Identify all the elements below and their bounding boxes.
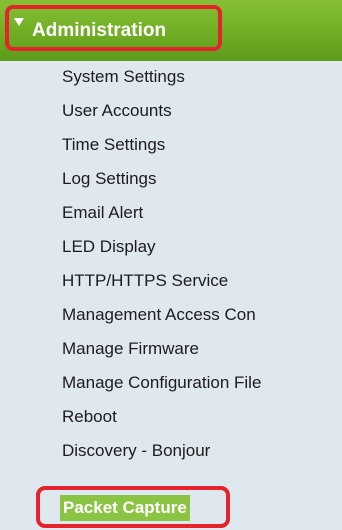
menu-item-manage-configuration-file[interactable]: Manage Configuration File <box>62 370 261 396</box>
menu-item-system-settings[interactable]: System Settings <box>62 64 185 90</box>
menu-item-management-access-control[interactable]: Management Access Con <box>62 302 256 328</box>
menu-item-led-display[interactable]: LED Display <box>62 234 156 260</box>
administration-section-header[interactable]: Administration <box>0 0 342 61</box>
menu-item-user-accounts[interactable]: User Accounts <box>62 98 172 124</box>
menu-item-http-https-service[interactable]: HTTP/HTTPS Service <box>62 268 228 294</box>
menu-item-email-alert[interactable]: Email Alert <box>62 200 143 226</box>
menu-item-discovery-bonjour[interactable]: Discovery - Bonjour <box>62 438 210 464</box>
administration-menu: System Settings User Accounts Time Setti… <box>0 61 342 530</box>
admin-nav-panel: Administration System Settings User Acco… <box>0 0 342 530</box>
selected-item-highlight-box <box>36 486 230 528</box>
header-highlight-box <box>5 5 222 51</box>
menu-item-time-settings[interactable]: Time Settings <box>62 132 165 158</box>
menu-item-log-settings[interactable]: Log Settings <box>62 166 157 192</box>
menu-item-reboot[interactable]: Reboot <box>62 404 117 430</box>
menu-item-manage-firmware[interactable]: Manage Firmware <box>62 336 199 362</box>
